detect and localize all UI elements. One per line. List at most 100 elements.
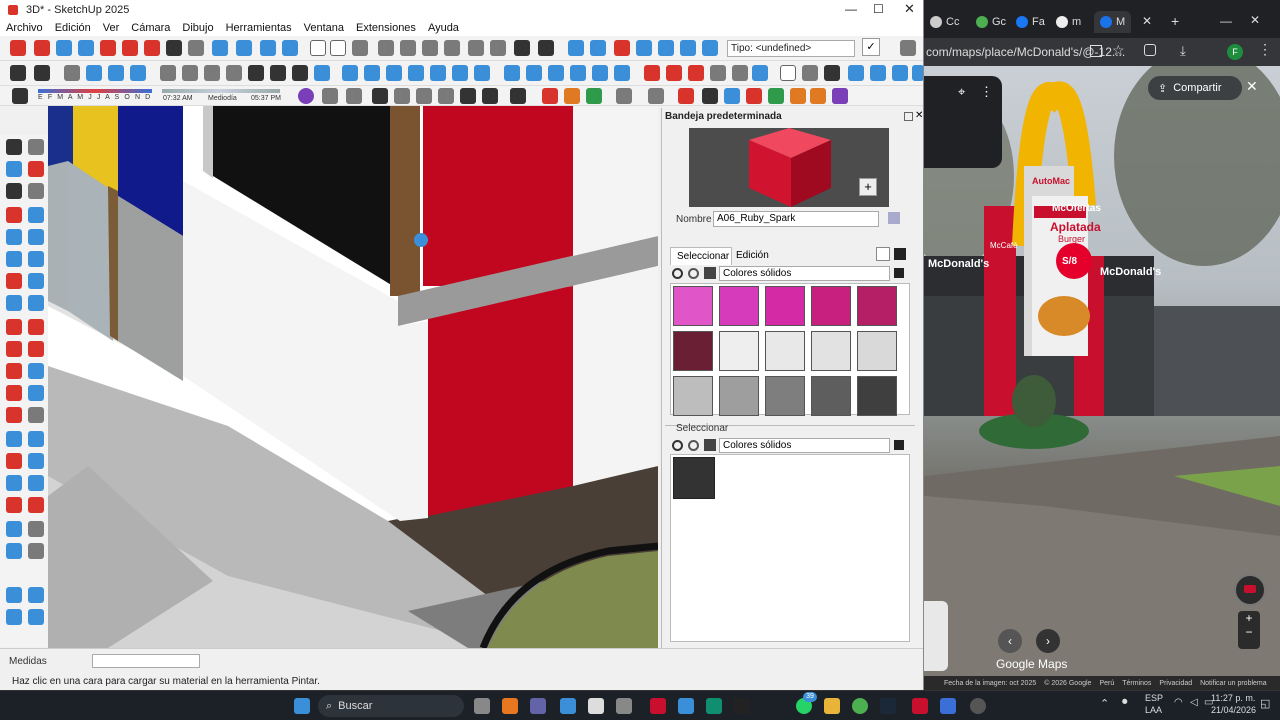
zoom-icon[interactable] xyxy=(56,40,72,56)
axis-tool-icon-5[interactable] xyxy=(768,88,784,104)
material-swatch[interactable] xyxy=(673,331,713,371)
section-fill-icon[interactable] xyxy=(282,40,298,56)
app-icon-3[interactable] xyxy=(734,698,750,714)
footer-privacy[interactable]: Privacidad xyxy=(1159,680,1192,687)
home-icon-2[interactable] xyxy=(704,439,716,451)
duplicate-icon[interactable] xyxy=(888,212,900,224)
pan-icon[interactable] xyxy=(28,453,44,469)
eraser-2-icon[interactable] xyxy=(28,183,44,199)
bookmark-star-icon[interactable]: ☆ xyxy=(1112,42,1125,59)
windows-start-icon[interactable] xyxy=(294,698,310,714)
browser-tab-4[interactable]: m xyxy=(1056,11,1081,33)
material-swatch[interactable] xyxy=(719,286,759,326)
display-section-icon[interactable] xyxy=(260,40,276,56)
cube-icon-1[interactable] xyxy=(322,88,338,104)
file-explorer-icon[interactable] xyxy=(824,698,840,714)
settings-gear-icon[interactable] xyxy=(802,65,818,81)
rotated-rect-icon[interactable] xyxy=(28,229,44,245)
protractor-icon[interactable] xyxy=(28,385,44,401)
notification-icon[interactable]: ◱ xyxy=(1260,697,1270,710)
polygon-icon[interactable] xyxy=(28,251,44,267)
panel-dots-icon[interactable]: ⋮ xyxy=(980,84,993,100)
tape-icon[interactable] xyxy=(6,385,22,401)
drop-icon-2[interactable] xyxy=(870,65,886,81)
menu-ayuda[interactable]: Ayuda xyxy=(422,22,465,34)
firefox-icon[interactable] xyxy=(502,698,518,714)
pie-icon[interactable] xyxy=(28,295,44,311)
pin-icon[interactable] xyxy=(904,112,913,121)
position-camera-tool-icon[interactable] xyxy=(6,521,22,537)
steam-icon[interactable] xyxy=(880,698,896,714)
dimension-icon[interactable] xyxy=(6,407,22,423)
clock-time[interactable]: 11:27 p. m. xyxy=(1211,693,1255,703)
menu-extensiones[interactable]: Extensiones xyxy=(350,22,422,34)
wall-tool-icon-7[interactable] xyxy=(474,65,490,81)
zoom-tool-icon[interactable] xyxy=(6,475,22,491)
profile-avatar[interactable]: F xyxy=(1227,44,1243,60)
back-icon[interactable] xyxy=(672,268,683,279)
material-swatch[interactable] xyxy=(811,331,851,371)
group-icon-6[interactable] xyxy=(614,65,630,81)
zoom-out-button[interactable]: − xyxy=(1238,625,1260,639)
vpn-icon[interactable] xyxy=(678,698,694,714)
app-icon-4[interactable] xyxy=(970,698,986,714)
arc-3-icon[interactable] xyxy=(6,295,22,311)
minimize-icon[interactable]: — xyxy=(845,2,857,16)
browser-tab-2[interactable]: Gc xyxy=(976,11,1006,33)
material-swatch[interactable] xyxy=(811,376,851,416)
create-material-icon[interactable]: + xyxy=(859,178,877,196)
drop-icon-4[interactable] xyxy=(912,65,923,81)
material-swatch[interactable] xyxy=(719,376,759,416)
wall-tool-icon-6[interactable] xyxy=(452,65,468,81)
3d-text-tool-icon[interactable] xyxy=(28,431,44,447)
orbit-tool-icon[interactable] xyxy=(6,453,22,469)
position-camera-icon[interactable] xyxy=(144,40,160,56)
look-around-icon[interactable] xyxy=(166,40,182,56)
browser-close-icon[interactable]: ✕ xyxy=(1250,13,1260,27)
new-tab-icon[interactable]: + xyxy=(1171,13,1179,29)
dimension-tool-icon[interactable] xyxy=(732,65,748,81)
model-info-icon[interactable] xyxy=(538,40,554,56)
text-icon[interactable] xyxy=(28,407,44,423)
text-tool-icon[interactable] xyxy=(710,65,726,81)
mic-icon[interactable]: ⏺ xyxy=(1122,696,1128,709)
browser-tab-3[interactable]: Fa xyxy=(1016,11,1045,33)
styles-icon-1[interactable] xyxy=(636,40,652,56)
shadow-toggle-icon[interactable] xyxy=(12,88,28,104)
scale-icon[interactable] xyxy=(6,363,22,379)
wireframe-icon[interactable] xyxy=(204,65,220,81)
material-swatch[interactable] xyxy=(719,331,759,371)
wall-tool-icon-5[interactable] xyxy=(430,65,446,81)
section-cut-icon[interactable] xyxy=(236,40,252,56)
eraser-icon[interactable] xyxy=(28,161,44,177)
tray-close-icon[interactable]: ✕ xyxy=(915,110,923,121)
menu-edicion[interactable]: Edición xyxy=(49,22,97,34)
axis-tool-icon-4[interactable] xyxy=(746,88,762,104)
circle-icon[interactable] xyxy=(6,251,22,267)
wall-tool-icon-4[interactable] xyxy=(408,65,424,81)
footer-peru[interactable]: Perú xyxy=(1099,680,1114,687)
sandbox-icon-2[interactable] xyxy=(28,587,44,603)
tag-icon-3[interactable] xyxy=(688,65,704,81)
menu-dots-icon[interactable]: ⋮ xyxy=(1258,41,1272,58)
section-plane-icon[interactable] xyxy=(212,40,228,56)
maximize-icon[interactable]: ☐ xyxy=(873,2,884,16)
tab-edit[interactable]: Edición xyxy=(732,247,774,265)
look-around-tool-icon[interactable] xyxy=(6,543,22,559)
paint-bucket-icon[interactable] xyxy=(6,161,22,177)
forward-icon-2[interactable] xyxy=(688,440,699,451)
tool-icon-b[interactable] xyxy=(416,88,432,104)
model-viewport[interactable] xyxy=(48,106,658,648)
folder-icon[interactable] xyxy=(780,65,796,81)
top-view-icon[interactable] xyxy=(86,65,102,81)
footer-terms[interactable]: Términos xyxy=(1122,680,1151,687)
material-swatch[interactable] xyxy=(673,286,713,326)
menu-dibujo[interactable]: Dibujo xyxy=(176,22,219,34)
erase-icon[interactable] xyxy=(444,40,460,56)
group-icon-5[interactable] xyxy=(592,65,608,81)
material-swatch[interactable] xyxy=(811,286,851,326)
sandbox-icon-3[interactable] xyxy=(6,609,22,625)
app-icon-2[interactable] xyxy=(616,698,632,714)
zoom-window-icon[interactable] xyxy=(78,40,94,56)
back-icon-2[interactable] xyxy=(672,440,683,451)
